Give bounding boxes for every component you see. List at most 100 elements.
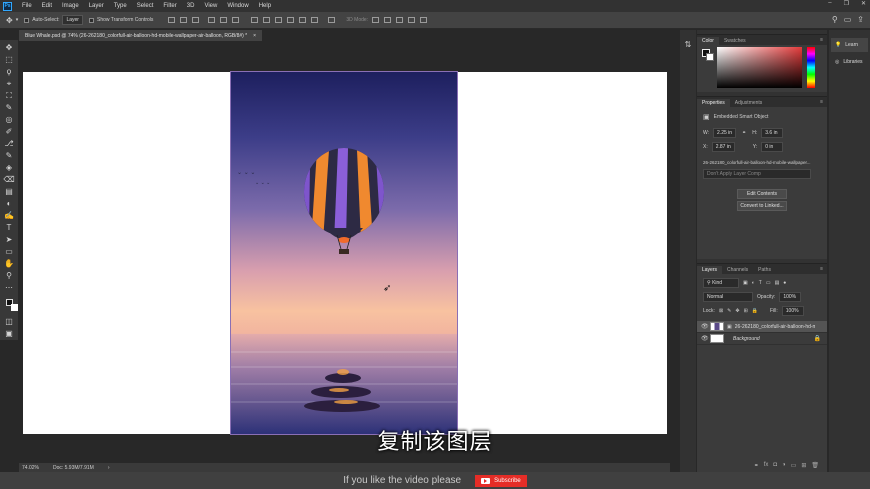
menu-edit[interactable]: Edit (37, 3, 57, 9)
tab-color[interactable]: Color (697, 37, 719, 45)
x-field[interactable]: 2.87 in (711, 142, 735, 152)
document-tab[interactable]: Blue Whale.psd @ 74% (26-262180_colorful… (19, 30, 263, 41)
workspace-icon[interactable]: ▭ (844, 15, 852, 24)
type-tool-icon[interactable]: T (3, 223, 15, 232)
status-menu-arrow[interactable]: › (108, 465, 110, 471)
menu-filter[interactable]: Filter (158, 3, 181, 9)
tab-adjustments[interactable]: Adjustments (730, 99, 768, 107)
path-selection-tool-icon[interactable]: ➤ (3, 235, 15, 244)
subscribe-button[interactable]: Subscribe (475, 474, 527, 487)
align-right-icon[interactable] (232, 17, 240, 23)
tab-channels[interactable]: Channels (722, 266, 753, 274)
menu-3d[interactable]: 3D (182, 3, 200, 9)
minimize-button[interactable]: – (828, 0, 831, 7)
shape-filter-icon[interactable]: ▭ (766, 280, 771, 286)
3d-pan-icon[interactable] (396, 17, 404, 23)
pen-tool-icon[interactable]: ✍ (3, 211, 15, 220)
auto-select-checkbox[interactable] (24, 17, 30, 23)
distribute-middle-icon[interactable] (263, 17, 271, 23)
delete-layer-icon[interactable]: 🗑 (811, 462, 819, 469)
layer-style-icon[interactable]: fx (764, 462, 769, 468)
healing-brush-tool-icon[interactable]: ◎ (3, 115, 15, 124)
new-layer-icon[interactable]: ⊞ (801, 462, 806, 469)
distribute-right-icon[interactable] (311, 17, 319, 23)
eyedropper-tool-icon[interactable]: ✎ (3, 103, 15, 112)
quick-select-tool-icon[interactable]: ⌖ (3, 79, 15, 88)
clone-stamp-tool-icon[interactable]: ⎇ (3, 139, 15, 148)
new-group-icon[interactable]: ▭ (791, 462, 797, 469)
tab-properties[interactable]: Properties (697, 99, 730, 107)
move-tool-preset[interactable]: ✥ ▾ (6, 16, 18, 25)
lock-artboard-icon[interactable]: ⊞ (744, 308, 748, 314)
3d-roll-icon[interactable] (384, 17, 392, 23)
adjustment-layer-icon[interactable]: ◑ (782, 462, 786, 468)
pixel-filter-icon[interactable]: ▣ (743, 280, 748, 286)
menu-layer[interactable]: Layer (84, 3, 109, 9)
auto-select-dropdown[interactable]: Layer (62, 15, 83, 25)
edit-contents-button[interactable]: Edit Contents (737, 189, 787, 199)
lock-position-icon[interactable]: ✥ (735, 308, 739, 314)
close-window-button[interactable]: ✕ (861, 0, 866, 7)
convert-to-linked-button[interactable]: Convert to Linked... (737, 201, 787, 211)
tab-swatches[interactable]: Swatches (719, 37, 751, 45)
hand-tool-icon[interactable]: ✋ (3, 259, 15, 268)
menu-select[interactable]: Select (132, 3, 159, 9)
menu-file[interactable]: File (17, 3, 37, 9)
menu-window[interactable]: Window (222, 3, 253, 9)
type-filter-icon[interactable]: T (759, 280, 762, 286)
panel-menu-icon[interactable]: ≡ (820, 37, 823, 43)
screen-mode-icon[interactable]: ▣ (3, 329, 15, 338)
distribute-bottom-icon[interactable] (275, 17, 283, 23)
add-mask-icon[interactable]: ◘ (773, 462, 777, 468)
lock-transparent-icon[interactable]: ⊠ (719, 308, 723, 314)
menu-help[interactable]: Help (254, 3, 276, 9)
smart-filter-icon[interactable]: ▤ (775, 280, 780, 286)
menu-type[interactable]: Type (109, 3, 132, 9)
blend-mode-dropdown[interactable]: Normal (703, 292, 753, 302)
history-brush-tool-icon[interactable]: ✎ (3, 151, 15, 160)
align-top-icon[interactable] (168, 17, 176, 23)
lock-pixels-icon[interactable]: ✎ (727, 308, 731, 314)
close-tab-icon[interactable]: × (253, 33, 256, 39)
brush-tool-icon[interactable]: ✐ (3, 127, 15, 136)
color-background-swatch[interactable] (706, 53, 714, 61)
transform-controls-checkbox[interactable] (88, 17, 94, 23)
visibility-eye-icon[interactable]: 👁 (701, 323, 709, 330)
3d-scale-icon[interactable] (420, 17, 428, 23)
zoom-level[interactable]: 74.02% (22, 465, 39, 471)
fill-field[interactable]: 100% (781, 306, 804, 316)
color-picker-field[interactable] (717, 47, 802, 88)
align-middle-icon[interactable] (180, 17, 188, 23)
tab-layers[interactable]: Layers (697, 266, 723, 274)
distribute-top-icon[interactable] (251, 17, 259, 23)
move-tool-icon[interactable]: ✥ (3, 43, 15, 52)
balloon-image-layer[interactable]: ⌄ ⌄ ⌄ ⌄ ⌄ ⌄ (230, 71, 458, 435)
distribute-left-icon[interactable] (287, 17, 295, 23)
menu-image[interactable]: Image (57, 3, 84, 9)
menu-view[interactable]: View (199, 3, 222, 9)
kind-filter-dropdown[interactable]: ⚲ Kind (703, 278, 739, 288)
eraser-tool-icon[interactable]: ◈ (3, 163, 15, 172)
align-left-icon[interactable] (208, 17, 216, 23)
link-layers-icon[interactable]: ⚭ (754, 462, 759, 469)
auto-align-icon[interactable] (328, 17, 336, 23)
align-bottom-icon[interactable] (192, 17, 200, 23)
foreground-color-swatch[interactable] (5, 299, 18, 311)
link-icon[interactable]: ⚭ (742, 130, 746, 136)
maximize-button[interactable]: ❐ (844, 0, 849, 7)
lock-all-icon[interactable]: 🔒 (752, 308, 758, 314)
hue-slider[interactable] (807, 47, 815, 88)
search-icon[interactable]: ⚲ (832, 15, 838, 24)
layer-row-balloon[interactable]: 👁 ▣ 26-262180_colorfull-air-balloon-hd-m… (697, 321, 827, 333)
history-panel-icon[interactable]: ⇅ (680, 40, 696, 49)
y-field[interactable]: 0 in (761, 142, 784, 152)
layer-row-background[interactable]: 👁 Background 🔒 (697, 333, 827, 345)
layer-comp-dropdown[interactable]: Don't Apply Layer Comp (703, 169, 811, 179)
distribute-center-icon[interactable] (299, 17, 307, 23)
zoom-tool-icon[interactable]: ⚲ (3, 271, 15, 280)
adjustment-filter-icon[interactable]: ◐ (752, 280, 755, 286)
marquee-tool-icon[interactable]: ⬚ (3, 55, 15, 64)
more-tools-icon[interactable]: ⋯ (3, 283, 15, 292)
crop-tool-icon[interactable]: ⛶ (3, 91, 15, 100)
3d-orbit-icon[interactable] (372, 17, 380, 23)
